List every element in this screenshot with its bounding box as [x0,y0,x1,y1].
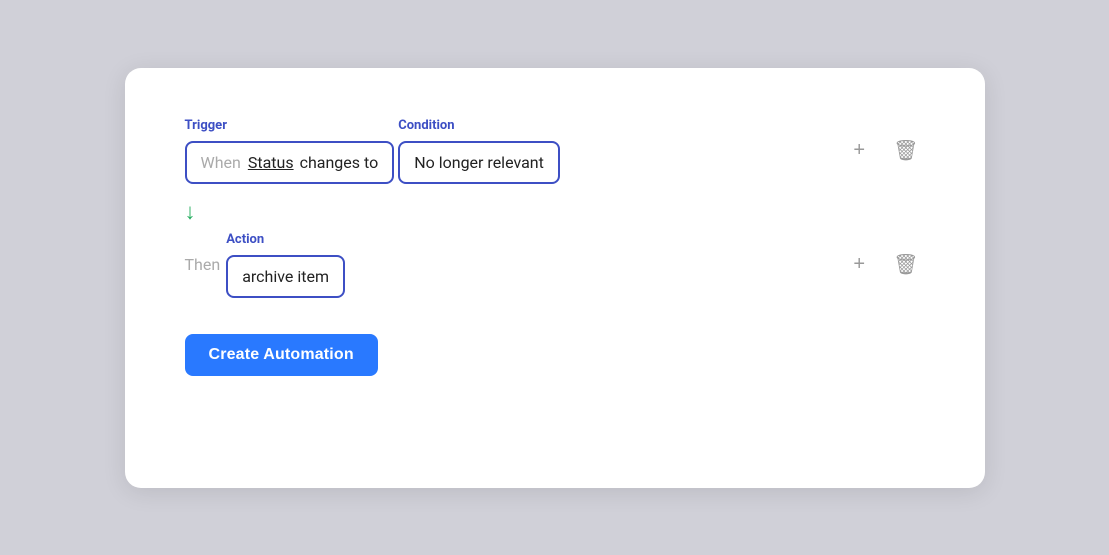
condition-block: Condition No longer relevant [398,118,560,184]
action-row-actions: + 🗑 [847,248,924,281]
trigger-condition-row: Trigger When Status changes to Condition… [185,118,925,184]
trigger-when: When [201,153,241,172]
create-automation-button[interactable]: Create Automation [185,334,378,376]
action-row: Then Action archive item + 🗑 [185,232,925,298]
create-button-section: Create Automation [185,298,925,376]
delete-icon-2: 🗑 [893,252,918,277]
trigger-row-actions: + 🗑 [847,134,924,167]
add-icon: + [853,139,865,162]
add-icon-2: + [853,253,865,276]
action-label: Action [226,232,345,247]
action-add-button[interactable]: + [847,249,871,280]
trigger-condition-section: Trigger When Status changes to Condition… [185,118,848,184]
trigger-pill[interactable]: When Status changes to [185,141,395,184]
trigger-block: Trigger When Status changes to [185,118,395,184]
trigger-status[interactable]: Status [248,153,294,172]
trigger-label: Trigger [185,118,395,133]
trigger-changes-to: changes to [300,153,379,172]
trigger-add-button[interactable]: + [847,135,871,166]
action-section: Then Action archive item [185,232,848,298]
delete-icon: 🗑 [893,138,918,163]
condition-pill[interactable]: No longer relevant [398,141,560,184]
action-block: Action archive item [226,232,345,298]
action-delete-button[interactable]: 🗑 [887,248,924,281]
automation-card: Trigger When Status changes to Condition… [125,68,985,488]
arrow-section: ↓ [185,198,196,224]
condition-label: Condition [398,118,560,133]
action-pill[interactable]: archive item [226,255,345,298]
then-text: Then [185,255,221,274]
condition-value: No longer relevant [414,153,544,172]
arrow-down-icon: ↓ [185,202,196,224]
action-then-label: Then [185,255,221,274]
action-value: archive item [242,267,329,286]
trigger-delete-button[interactable]: 🗑 [887,134,924,167]
arrow-row: ↓ [185,198,925,224]
